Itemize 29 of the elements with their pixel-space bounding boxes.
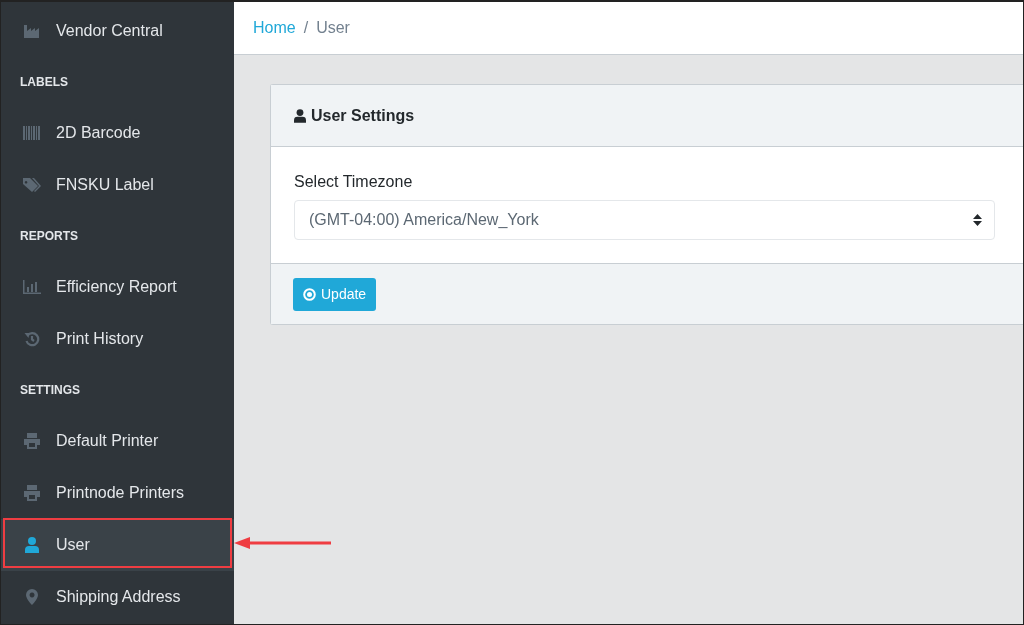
field-label: Select Timezone (294, 173, 414, 191)
sidebar-item[interactable]: Printnode Printers (1, 467, 234, 519)
map-pin-icon (26, 589, 38, 605)
history-icon (24, 331, 40, 347)
barcode-icon (23, 126, 41, 140)
tags-icon (23, 177, 41, 193)
printer-icon (23, 485, 41, 501)
sidebar-item[interactable]: FNSKU Label (1, 159, 234, 211)
printer-icon (23, 433, 41, 449)
sidebar-item[interactable]: Vendor Central (1, 5, 234, 57)
sidebar-heading: REPORTS (19, 228, 79, 245)
factory-icon (23, 23, 41, 39)
bar-chart-icon (23, 280, 41, 294)
sidebar-item[interactable]: Default Printer (1, 415, 234, 467)
breadcrumb-text: / (303, 19, 309, 37)
dot-circle-icon (303, 287, 316, 301)
breadcrumb-text: User (316, 19, 350, 37)
timezone-select[interactable]: (GMT-04:00) America/New_York (294, 200, 995, 240)
sidebar-heading: SETTINGS (19, 382, 81, 399)
sort-caret-icon (973, 214, 982, 226)
sidebar-item[interactable]: User (1, 519, 234, 571)
sidebar-item[interactable]: 2D Barcode (1, 107, 234, 159)
sidebar-item[interactable]: Shipping Address (1, 571, 234, 623)
user-icon (25, 537, 39, 553)
sidebar-item[interactable]: Efficiency Report (1, 261, 234, 313)
user-icon (294, 108, 306, 123)
sidebar-heading: LABELS (19, 74, 69, 91)
card-title: User Settings (311, 106, 415, 125)
sidebar-item[interactable]: Print History (1, 313, 234, 365)
